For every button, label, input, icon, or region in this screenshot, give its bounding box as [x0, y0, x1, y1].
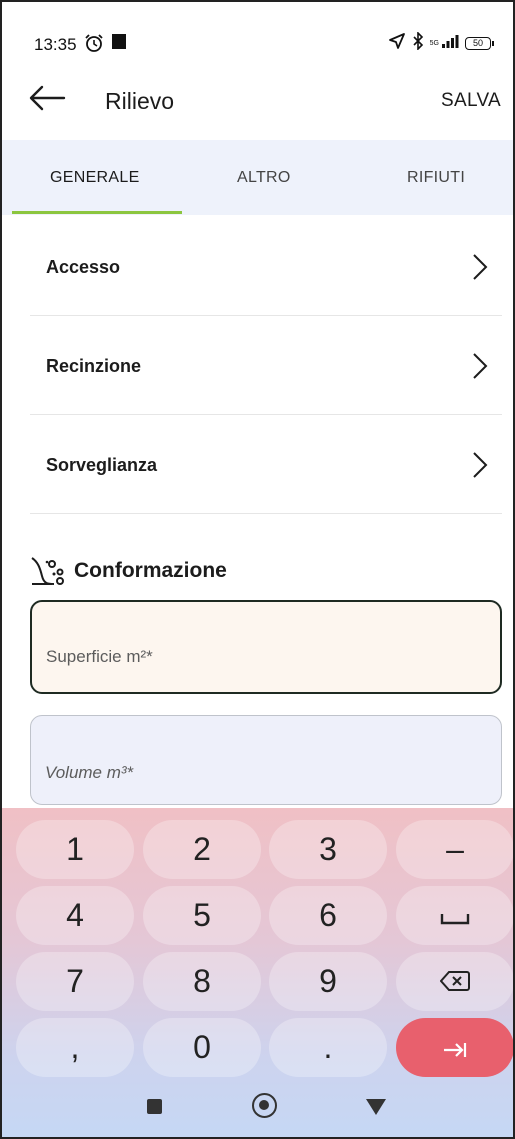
- section-title: Conformazione: [74, 559, 227, 582]
- active-tab-indicator: [12, 211, 182, 214]
- app-bar: Rilievo SALVA: [2, 62, 513, 140]
- home-button[interactable]: [252, 1093, 277, 1118]
- tab-altro[interactable]: ALTRO: [237, 169, 291, 187]
- list-item-sorveglianza[interactable]: Sorveglianza: [30, 415, 502, 514]
- bluetooth-icon: [412, 31, 424, 55]
- key-8[interactable]: 8: [143, 952, 261, 1011]
- list-item-label: Sorveglianza: [46, 455, 158, 475]
- tab-next-icon: [442, 1029, 468, 1066]
- key-0[interactable]: 0: [143, 1018, 261, 1077]
- key-1[interactable]: 1: [16, 820, 134, 879]
- tab-bar: GENERALE ALTRO RIFIUTI: [2, 140, 513, 215]
- numeric-keyboard: 1 2 3 – 4 5 6 7 8 9 , 0 .: [2, 808, 513, 1137]
- alarm-icon: [84, 33, 104, 58]
- volume-placeholder: Volume m³*: [45, 763, 134, 782]
- tab-generale[interactable]: GENERALE: [50, 169, 140, 187]
- surface-input[interactable]: Superficie m²*: [30, 600, 502, 694]
- key-3[interactable]: 3: [269, 820, 387, 879]
- status-icons: 5G 50: [388, 31, 494, 55]
- signal-icon: [441, 34, 459, 53]
- key-6[interactable]: 6: [269, 886, 387, 945]
- key-2[interactable]: 2: [143, 820, 261, 879]
- network-type: 5G: [429, 40, 439, 47]
- space-icon: [440, 897, 470, 934]
- surface-placeholder: Superficie m²*: [46, 647, 153, 666]
- key-next[interactable]: [396, 1018, 513, 1077]
- back-arrow-icon[interactable]: [28, 84, 66, 117]
- key-period[interactable]: .: [269, 1018, 387, 1077]
- battery-icon: 50: [465, 37, 494, 50]
- backspace-icon: [439, 963, 470, 1000]
- save-button[interactable]: SALVA: [441, 90, 501, 112]
- screen: 13:35 5G 50 Rilievo SALVA GENERALE ALTRO…: [0, 0, 515, 1139]
- key-space[interactable]: [396, 886, 513, 945]
- list-item-accesso[interactable]: Accesso: [30, 217, 502, 316]
- back-button[interactable]: [366, 1099, 386, 1115]
- notification-icon: [112, 34, 126, 49]
- chevron-right-icon: [472, 352, 488, 385]
- chevron-right-icon: [472, 451, 488, 484]
- page-title: Rilievo: [105, 88, 175, 114]
- key-5[interactable]: 5: [143, 886, 261, 945]
- recents-button[interactable]: [147, 1099, 162, 1114]
- section-conformazione: Conformazione: [30, 554, 490, 588]
- key-7[interactable]: 7: [16, 952, 134, 1011]
- key-comma[interactable]: ,: [16, 1018, 134, 1077]
- key-minus[interactable]: –: [396, 820, 513, 879]
- tab-rifiuti[interactable]: RIFIUTI: [407, 169, 465, 187]
- chevron-right-icon: [472, 253, 488, 286]
- list-item-label: Recinzione: [46, 356, 142, 376]
- key-9[interactable]: 9: [269, 952, 387, 1011]
- key-4[interactable]: 4: [16, 886, 134, 945]
- key-backspace[interactable]: [396, 952, 513, 1011]
- status-bar: 13:35 5G 50: [2, 2, 513, 62]
- landslide-icon: [30, 554, 66, 593]
- system-nav-bar: [2, 1079, 513, 1137]
- list-item-label: Accesso: [46, 257, 121, 277]
- location-icon: [388, 32, 406, 55]
- list-item-recinzione[interactable]: Recinzione: [30, 316, 502, 415]
- volume-input[interactable]: Volume m³*: [30, 715, 502, 805]
- status-time: 13:35: [34, 35, 77, 54]
